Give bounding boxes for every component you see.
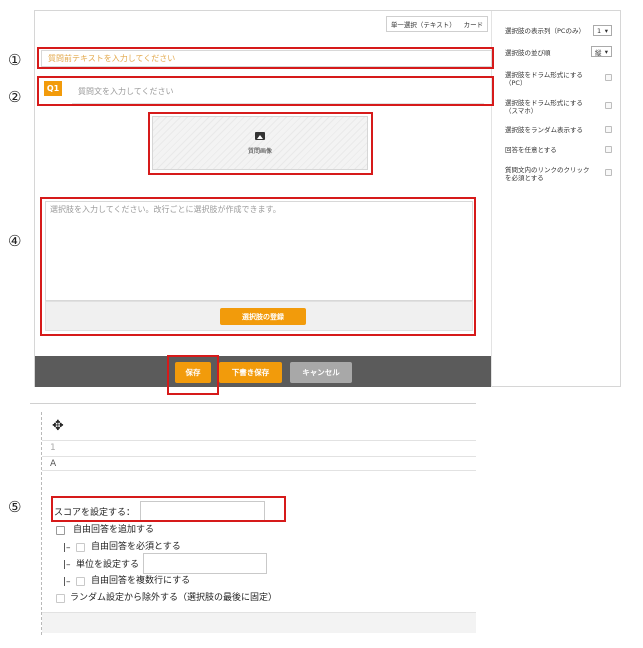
choice-text[interactable]: A	[50, 458, 56, 470]
drum-sp-label-line2: （スマホ）	[505, 107, 538, 115]
drum-pc-checkbox[interactable]	[605, 74, 612, 81]
drum-pc-label-line2: （PC）	[505, 79, 527, 87]
random-display-label: 選択肢をランダム表示する	[505, 126, 583, 134]
annotation-1: ①	[8, 51, 22, 69]
drum-sp-checkbox[interactable]	[605, 102, 612, 109]
display-columns-value: 1	[597, 26, 602, 35]
link-required-label: 質問文内のリンクのクリック を必須とする	[505, 166, 590, 182]
unit-label: 単位を設定する	[76, 560, 140, 570]
free-answer-label: 自由回答を追加する	[73, 525, 155, 535]
sidebar-divider	[491, 11, 492, 387]
free-multiline-checkbox[interactable]	[76, 577, 85, 586]
random-display-checkbox[interactable]	[605, 126, 612, 133]
link-required-line2: を必須とする	[505, 174, 544, 182]
row-divider	[42, 456, 476, 457]
choice-order-select[interactable]: 縦 ▾	[591, 46, 612, 57]
pre-question-text-input[interactable]: 質問前テキストを入力してください	[41, 50, 492, 67]
drum-sp-label-line1: 選択肢をドラム形式にする	[505, 99, 583, 107]
choice-index: 1	[50, 443, 56, 453]
tab-single-text[interactable]: 単一選択（テキスト）	[391, 19, 456, 29]
score-label: スコアを設定する：	[54, 508, 136, 518]
choice-order-value: 縦	[595, 48, 602, 57]
move-icon[interactable]: ✥	[52, 419, 64, 433]
chevron-down-icon: ▾	[604, 26, 608, 35]
chevron-down-icon: ▾	[604, 47, 608, 56]
tree-connector: |–	[63, 560, 71, 570]
annotation-5: ⑤	[8, 498, 22, 516]
question-image-label: 質問画像	[247, 147, 272, 155]
panel-dashed-border	[41, 412, 42, 635]
question-number-badge: Q1	[44, 81, 62, 96]
question-image-dropzone[interactable]: 質問画像	[152, 116, 368, 170]
register-choices-button[interactable]: 選択肢の登録	[220, 308, 306, 325]
link-required-checkbox[interactable]	[605, 169, 612, 176]
image-icon	[255, 131, 265, 140]
score-input[interactable]	[140, 501, 265, 521]
drum-sp-label: 選択肢をドラム形式にする （スマホ）	[505, 99, 583, 115]
unit-input[interactable]	[143, 553, 267, 574]
free-multiline-label: 自由回答を複数行にする	[91, 576, 191, 586]
random-exclude-label: ランダム設定から除外する（選択肢の最後に固定）	[70, 593, 278, 603]
next-choice-row	[42, 612, 476, 633]
free-answer-checkbox[interactable]	[56, 526, 65, 535]
random-exclude-checkbox[interactable]	[56, 594, 65, 603]
row-divider	[42, 440, 476, 441]
row-divider	[42, 470, 476, 471]
tab-card[interactable]: カード	[464, 19, 484, 29]
tree-connector: |–	[63, 543, 71, 553]
draft-save-button[interactable]: 下書き保存	[219, 362, 282, 383]
optional-answer-label: 回答を任意とする	[505, 146, 557, 154]
drum-pc-label: 選択肢をドラム形式にする （PC）	[505, 71, 583, 87]
display-columns-label: 選択肢の表示列（PCのみ）	[505, 27, 585, 35]
save-button[interactable]: 保存	[175, 362, 211, 383]
drum-pc-label-line1: 選択肢をドラム形式にする	[505, 71, 583, 79]
display-columns-select[interactable]: 1 ▾	[593, 25, 612, 36]
question-type-tabs: 単一選択（テキスト） カード	[386, 16, 488, 32]
free-required-label: 自由回答を必須とする	[91, 542, 181, 552]
optional-answer-checkbox[interactable]	[605, 146, 612, 153]
choices-textarea[interactable]: 選択肢を入力してください。改行ごとに選択肢が作成できます。	[45, 201, 473, 301]
choice-order-label: 選択肢の並び順	[505, 49, 551, 57]
link-required-line1: 質問文内のリンクのクリック	[505, 166, 590, 174]
question-text-input[interactable]: 質問文を入力してください	[72, 79, 484, 104]
annotation-4: ④	[8, 232, 22, 250]
cancel-button[interactable]: キャンセル	[290, 362, 352, 383]
free-required-checkbox[interactable]	[76, 543, 85, 552]
tree-connector: |–	[63, 577, 71, 587]
annotation-2: ②	[8, 88, 22, 106]
